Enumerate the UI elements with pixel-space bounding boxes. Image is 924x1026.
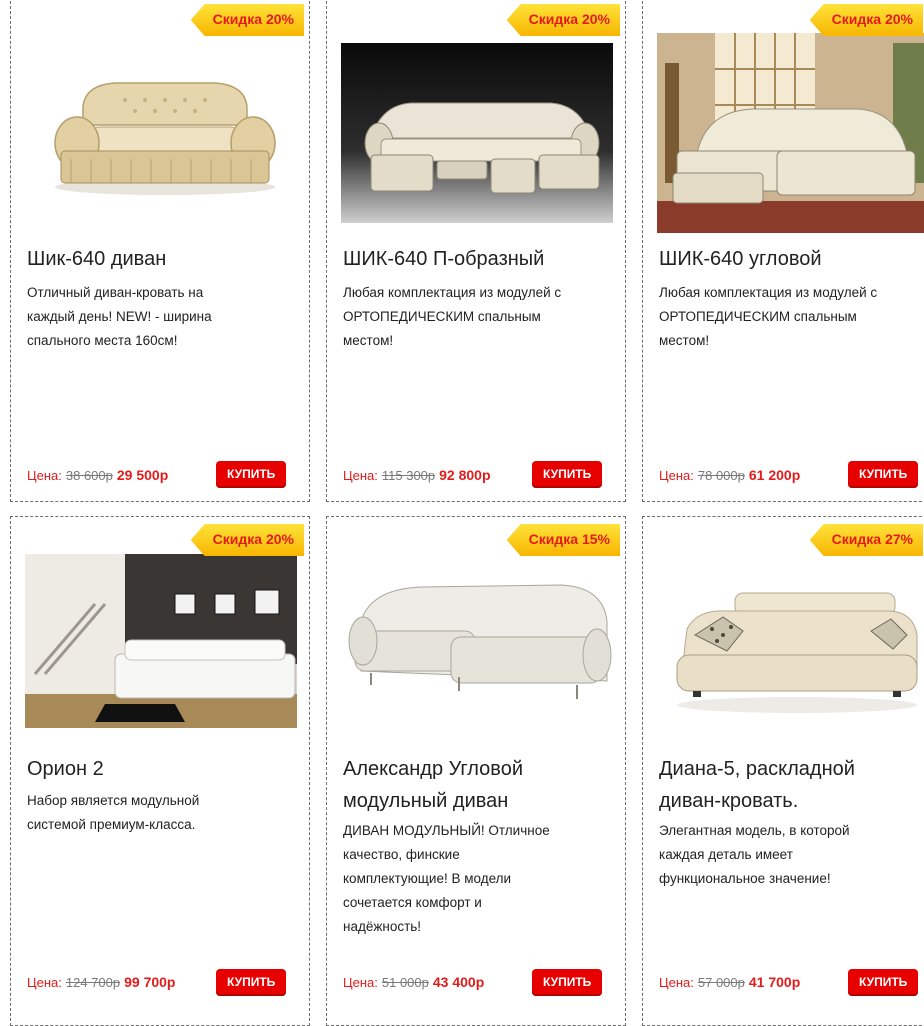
- price-label: Цена:: [659, 468, 694, 483]
- discount-badge: Скидка 20%: [809, 4, 923, 36]
- product-photo[interactable]: [25, 554, 297, 728]
- price-label: Цена:: [27, 468, 62, 483]
- product-card[interactable]: Скидка 20% Орион 2 Набор является модуль…: [10, 516, 310, 1026]
- price-label: Цена:: [27, 975, 62, 990]
- discount-badge: Скидка 20%: [190, 4, 304, 36]
- price-block: Цена: 124 700р 99 700р: [27, 974, 175, 990]
- price-block: Цена: 51 000р 43 400р: [343, 974, 484, 990]
- buy-button[interactable]: КУПИТЬ: [848, 969, 919, 996]
- product-card[interactable]: Скидка 15% Александр Угловой модульный ди…: [326, 516, 626, 1026]
- price-block: Цена: 115 300р 92 800р: [343, 467, 491, 483]
- buy-button[interactable]: КУПИТЬ: [216, 461, 287, 488]
- product-title[interactable]: Александр Угловой модульный диван: [343, 753, 619, 817]
- product-photo[interactable]: [25, 45, 297, 225]
- price-block: Цена: 57 000р 41 700р: [659, 974, 800, 990]
- product-description: Набор является модульной системой премиум…: [27, 793, 200, 832]
- product-description: Отличный диван-кровать на каждый день! NE…: [27, 285, 212, 348]
- product-description: ДИВАН МОДУЛЬНЫЙ! Отличное качество, финск…: [343, 823, 550, 934]
- price-block: Цена: 78 000р 61 200р: [659, 467, 800, 483]
- product-description: Любая комплектация из модулей с ОРТОПЕДИЧ…: [659, 285, 878, 348]
- new-price: 43 400р: [432, 974, 485, 990]
- product-title[interactable]: ШИК-640 П-образный: [343, 243, 619, 275]
- new-price: 61 200р: [748, 467, 801, 483]
- product-card[interactable]: Скидка 20% ШИК-640 угловой Любая комплек…: [642, 0, 924, 502]
- buy-button[interactable]: КУПИТЬ: [532, 461, 603, 488]
- product-description: Элегантная модель, в которой каждая детал…: [659, 823, 850, 886]
- price-label: Цена:: [343, 468, 378, 483]
- product-photo[interactable]: [341, 561, 613, 731]
- product-title[interactable]: Шик-640 диван: [27, 243, 303, 275]
- product-photo[interactable]: [657, 33, 924, 233]
- old-price: 115 300р: [381, 468, 436, 483]
- product-card[interactable]: Скидка 27% Диана-5, раскладной диван-кров…: [642, 516, 924, 1026]
- old-price: 124 700р: [65, 975, 121, 990]
- new-price: 29 500р: [116, 467, 169, 483]
- product-title[interactable]: Орион 2: [27, 753, 303, 785]
- price-label: Цена:: [659, 975, 694, 990]
- old-price: 38 600р: [65, 468, 113, 483]
- new-price: 99 700р: [124, 974, 176, 990]
- buy-button[interactable]: КУПИТЬ: [848, 461, 919, 488]
- discount-badge: Скидка 20%: [190, 524, 304, 556]
- product-photo[interactable]: [657, 569, 924, 739]
- old-price: 51 000р: [381, 975, 429, 990]
- new-price: 41 700р: [748, 974, 801, 990]
- product-photo[interactable]: [341, 43, 613, 223]
- new-price: 92 800р: [439, 467, 491, 483]
- buy-button[interactable]: КУПИТЬ: [532, 969, 603, 996]
- product-title[interactable]: Диана-5, раскладной диван-кровать.: [659, 753, 924, 817]
- product-card[interactable]: Скидка 20% Шик-640 диван Отличный диван-…: [10, 0, 310, 502]
- product-title[interactable]: ШИК-640 угловой: [659, 243, 924, 275]
- discount-badge: Скидка 15%: [506, 524, 620, 556]
- buy-button[interactable]: КУПИТЬ: [216, 969, 287, 996]
- product-description: Любая комплектация из модулей с ОРТОПЕДИЧ…: [343, 285, 562, 348]
- product-card[interactable]: Скидка 20% ШИК-640 П-образный Любая комп…: [326, 0, 626, 502]
- price-label: Цена:: [343, 975, 378, 990]
- old-price: 57 000р: [697, 975, 745, 990]
- old-price: 78 000р: [697, 468, 745, 483]
- discount-badge: Скидка 27%: [809, 524, 923, 556]
- price-block: Цена: 38 600р 29 500р: [27, 467, 168, 483]
- discount-badge: Скидка 20%: [506, 4, 620, 36]
